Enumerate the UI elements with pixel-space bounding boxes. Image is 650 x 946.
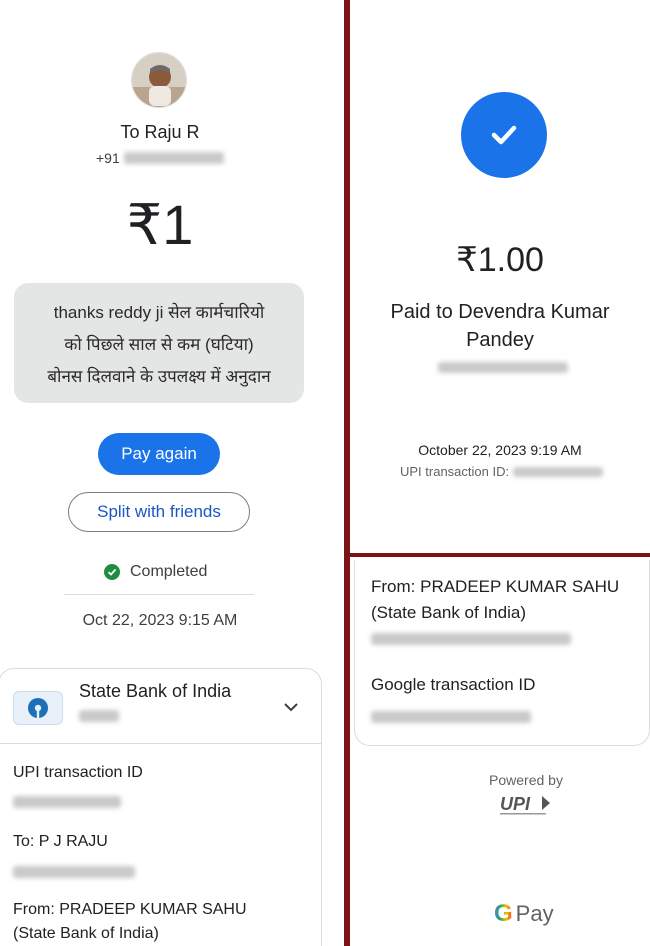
status-completed: Completed [104,563,207,581]
upi-transaction-id-label: UPI transaction ID [13,764,143,781]
sender-upi-redacted [371,632,571,650]
from-account-line2: (State Bank of India) [371,603,526,622]
svg-text:UPI: UPI [500,794,531,814]
left-screenshot-panel: To Raju R +91 ₹1 thanks reddy ji सेल कार… [0,0,344,946]
success-check-icon [461,92,547,178]
bank-name: State Bank of India [79,681,232,701]
right-screenshot-panel: ₹1.00 Paid to Devendra Kumar Pandey Octo… [350,0,650,946]
phone-prefix: +91 [96,150,120,166]
payment-amount: ₹1.00 [456,241,544,279]
payee-upi-redacted [438,360,568,378]
note-line: को पिछले साल से कम (घटिया) [64,335,254,354]
payee-phone: +91 [96,150,224,166]
transaction-date: Oct 22, 2023 9:15 AM [82,612,238,629]
upi-transaction-id-redacted [513,466,604,477]
horizontal-divider [350,553,650,557]
paid-to-line2: Pandey [466,329,534,351]
upi-logo-icon: UPI [498,792,558,818]
from-account-line1: From: PRADEEP KUMAR SAHU [371,577,620,596]
phone-redacted [123,152,224,164]
transaction-date: October 22, 2023 9:19 AM [418,442,582,458]
from-account: From: PRADEEP KUMAR SAHU (State Bank of … [371,574,619,626]
paid-to: Paid to Devendra Kumar Pandey [370,298,630,354]
pay-again-button[interactable]: Pay again [98,433,220,475]
payment-note: thanks reddy ji सेल कार्मचारियो को पिछले… [14,283,304,403]
note-line: thanks reddy ji सेल कार्मचारियो [53,303,265,322]
powered-by-label: Powered by [489,772,563,788]
status-label: Completed [130,563,208,580]
google-g-icon: G [494,900,513,927]
paid-to-line1: Paid to Devendra Kumar [390,301,610,323]
card-divider [0,743,321,744]
gpay-text: Pay [515,901,554,926]
google-transaction-id-label: Google transaction ID [371,675,536,694]
payee-avatar [131,52,187,108]
upi-transaction-id-label: UPI transaction ID: [400,464,510,479]
upi-transaction-id-redacted [13,795,121,808]
check-circle-icon [104,564,120,580]
bank-details-card: State Bank of India UPI transaction ID T… [0,668,322,946]
from-account-line2: (State Bank of India) [13,925,159,942]
payee-name: To Raju R [120,122,200,142]
divider [64,594,254,595]
google-transaction-id-redacted [371,710,531,728]
to-upi-redacted [13,865,135,878]
bank-account-redacted [79,709,119,727]
chevron-down-icon[interactable] [281,697,301,717]
transaction-details-card: From: PRADEEP KUMAR SAHU (State Bank of … [354,560,650,746]
upi-transaction-id: UPI transaction ID: [400,464,604,479]
from-account-line1: From: PRADEEP KUMAR SAHU [13,901,247,918]
note-line: बोनस दिलवाने के उपलक्ष्य में अनुदान [47,367,271,386]
payment-amount: ₹1 [126,193,194,256]
to-account-label: To: P J RAJU [13,833,108,850]
google-pay-logo: G Pay [494,900,554,928]
split-with-friends-button[interactable]: Split with friends [68,492,250,532]
sbi-logo-icon [13,691,63,725]
